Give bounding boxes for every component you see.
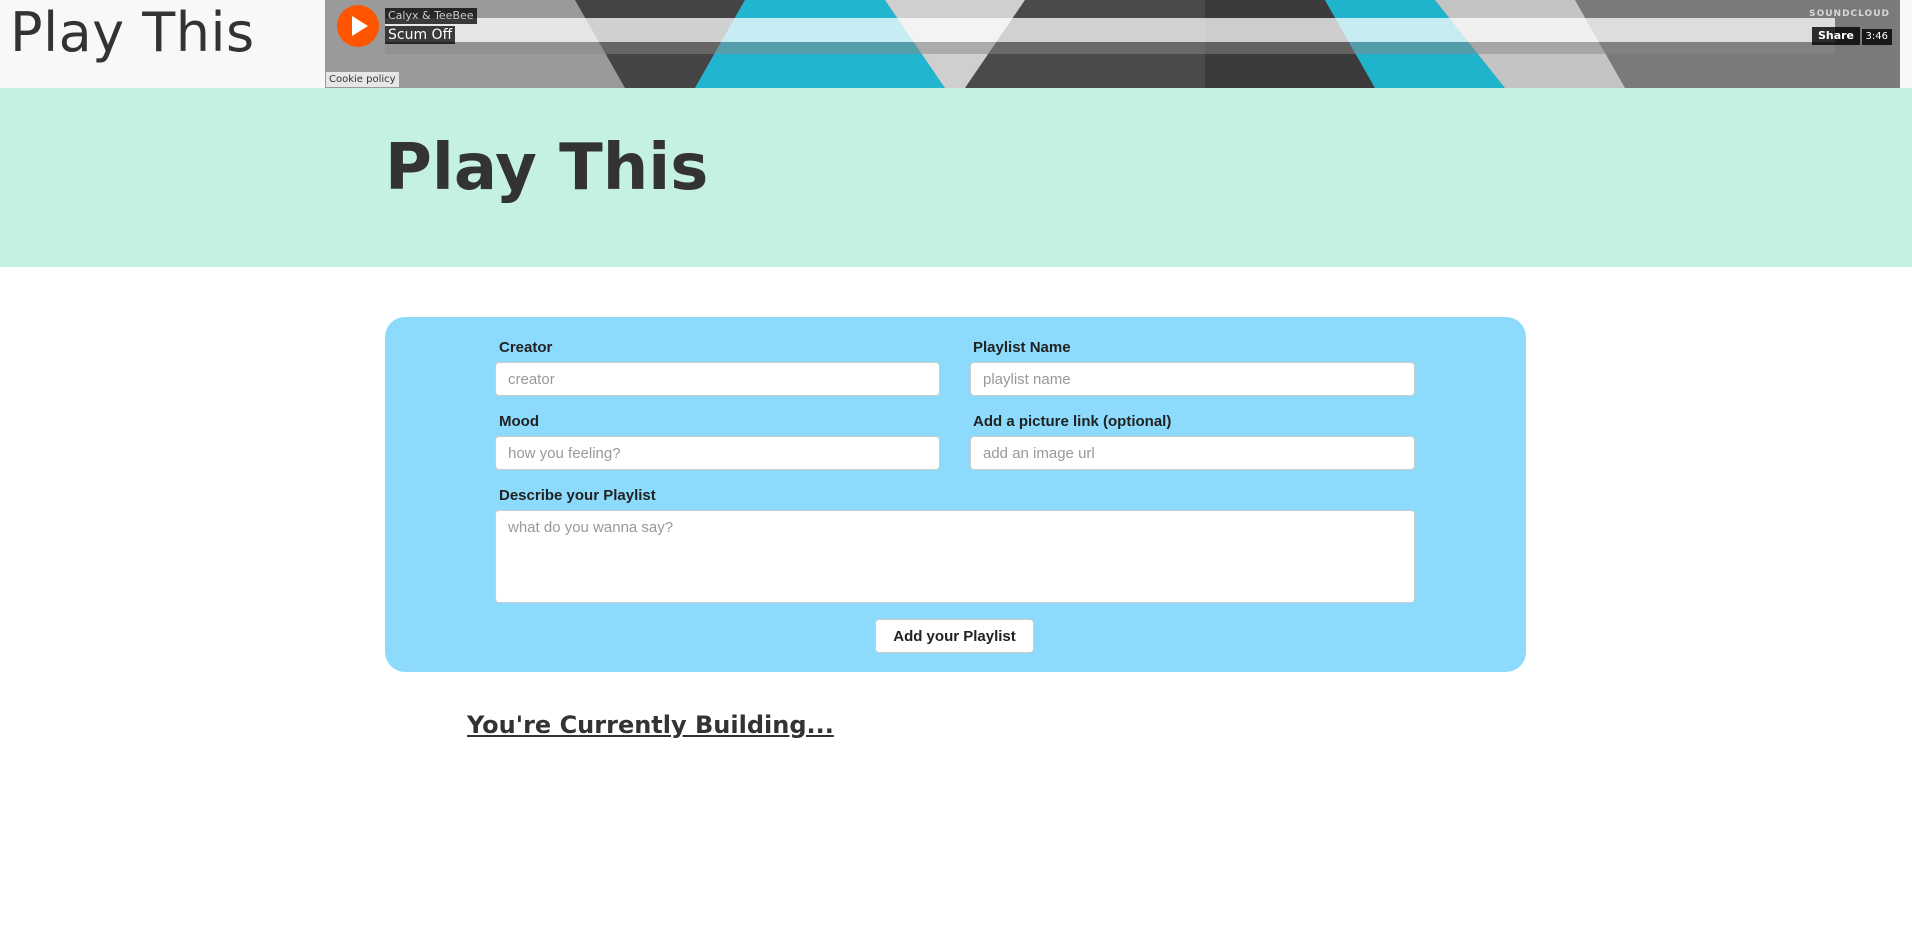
mood-input[interactable]: [495, 436, 940, 470]
creator-input[interactable]: [495, 362, 940, 396]
soundcloud-player[interactable]: Calyx & TeeBee Scum Off SOUNDCLOUD Share…: [325, 0, 1900, 88]
add-playlist-button[interactable]: Add your Playlist: [875, 619, 1034, 653]
creator-label: Creator: [499, 339, 553, 356]
playlist-name-input[interactable]: [970, 362, 1415, 396]
description-label: Describe your Playlist: [499, 487, 656, 504]
cookie-policy-link[interactable]: Cookie policy: [326, 72, 399, 87]
description-textarea[interactable]: [495, 510, 1415, 603]
currently-building-heading: You're Currently Building...: [467, 711, 834, 739]
picture-link-input[interactable]: [970, 436, 1415, 470]
playlist-name-label: Playlist Name: [973, 339, 1071, 356]
player-artist[interactable]: Calyx & TeeBee: [385, 8, 477, 24]
mood-label: Mood: [499, 413, 539, 430]
picture-link-label: Add a picture link (optional): [973, 413, 1172, 430]
player-artwork: [325, 0, 1900, 88]
play-button[interactable]: [337, 5, 379, 47]
soundcloud-logo[interactable]: SOUNDCLOUD: [1809, 9, 1890, 19]
playlist-form: Creator Playlist Name Mood Add a picture…: [385, 317, 1526, 672]
share-button[interactable]: Share: [1811, 27, 1860, 45]
track-duration: 3:46: [1861, 29, 1892, 45]
brand-logo[interactable]: Play This: [10, 0, 255, 88]
page-title: Play This: [385, 131, 709, 205]
player-track-title[interactable]: Scum Off: [385, 26, 456, 44]
hero-banner: Play This: [0, 88, 1912, 267]
top-bar: Play This Calyx & TeeBee Scum Off SOUNDC…: [0, 0, 1912, 88]
